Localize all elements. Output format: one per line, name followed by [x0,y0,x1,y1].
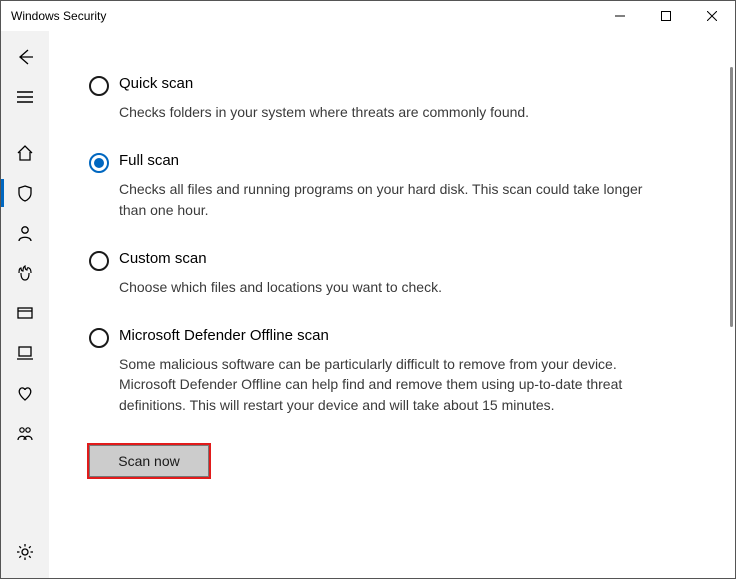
body: Quick scan Checks folders in your system… [1,31,735,578]
maximize-icon [661,11,671,21]
option-full-scan[interactable]: Full scan Checks all files and running p… [89,152,695,220]
sidebar-item-account[interactable] [1,213,49,253]
firewall-icon [16,264,34,282]
option-custom-scan[interactable]: Custom scan Choose which files and locat… [89,250,695,297]
radio-quick-scan[interactable] [89,76,109,96]
shield-icon [16,184,34,202]
app-browser-icon [16,304,34,322]
sidebar-item-device[interactable] [1,333,49,373]
menu-icon [16,88,34,106]
device-icon [16,344,34,362]
option-title: Full scan [119,152,655,169]
radio-full-scan[interactable] [89,153,109,173]
minimize-button[interactable] [597,1,643,31]
content-area: Quick scan Checks folders in your system… [49,31,735,578]
sidebar-item-settings[interactable] [1,532,49,572]
close-button[interactable] [689,1,735,31]
scrollbar[interactable] [730,67,733,427]
sidebar-item-virus[interactable] [1,173,49,213]
sidebar-item-app-browser[interactable] [1,293,49,333]
sidebar-item-performance[interactable] [1,373,49,413]
sidebar [1,31,49,578]
menu-button[interactable] [1,77,49,117]
sidebar-item-firewall[interactable] [1,253,49,293]
option-desc: Checks folders in your system where thre… [119,102,655,122]
scrollbar-thumb[interactable] [730,67,733,327]
option-desc: Some malicious software can be particula… [119,354,655,415]
option-quick-scan[interactable]: Quick scan Checks folders in your system… [89,75,695,122]
maximize-button[interactable] [643,1,689,31]
option-defender-offline[interactable]: Microsoft Defender Offline scan Some mal… [89,327,695,415]
window-title: Windows Security [11,9,106,23]
option-desc: Choose which files and locations you wan… [119,277,655,297]
heart-icon [16,384,34,402]
radio-custom-scan[interactable] [89,251,109,271]
titlebar: Windows Security [1,1,735,31]
close-icon [707,11,717,21]
account-icon [16,224,34,242]
window: Windows Security [0,0,736,579]
back-icon [16,48,34,66]
option-desc: Checks all files and running programs on… [119,179,655,220]
radio-defender-offline[interactable] [89,328,109,348]
minimize-icon [615,11,625,21]
family-icon [16,424,34,442]
back-button[interactable] [1,37,49,77]
sidebar-item-family[interactable] [1,413,49,453]
home-icon [16,144,34,162]
sidebar-item-home[interactable] [1,133,49,173]
option-title: Quick scan [119,75,655,92]
title-controls [597,1,735,31]
option-title: Custom scan [119,250,655,267]
settings-icon [16,543,34,561]
scan-now-button[interactable]: Scan now [89,445,209,477]
option-title: Microsoft Defender Offline scan [119,327,655,344]
